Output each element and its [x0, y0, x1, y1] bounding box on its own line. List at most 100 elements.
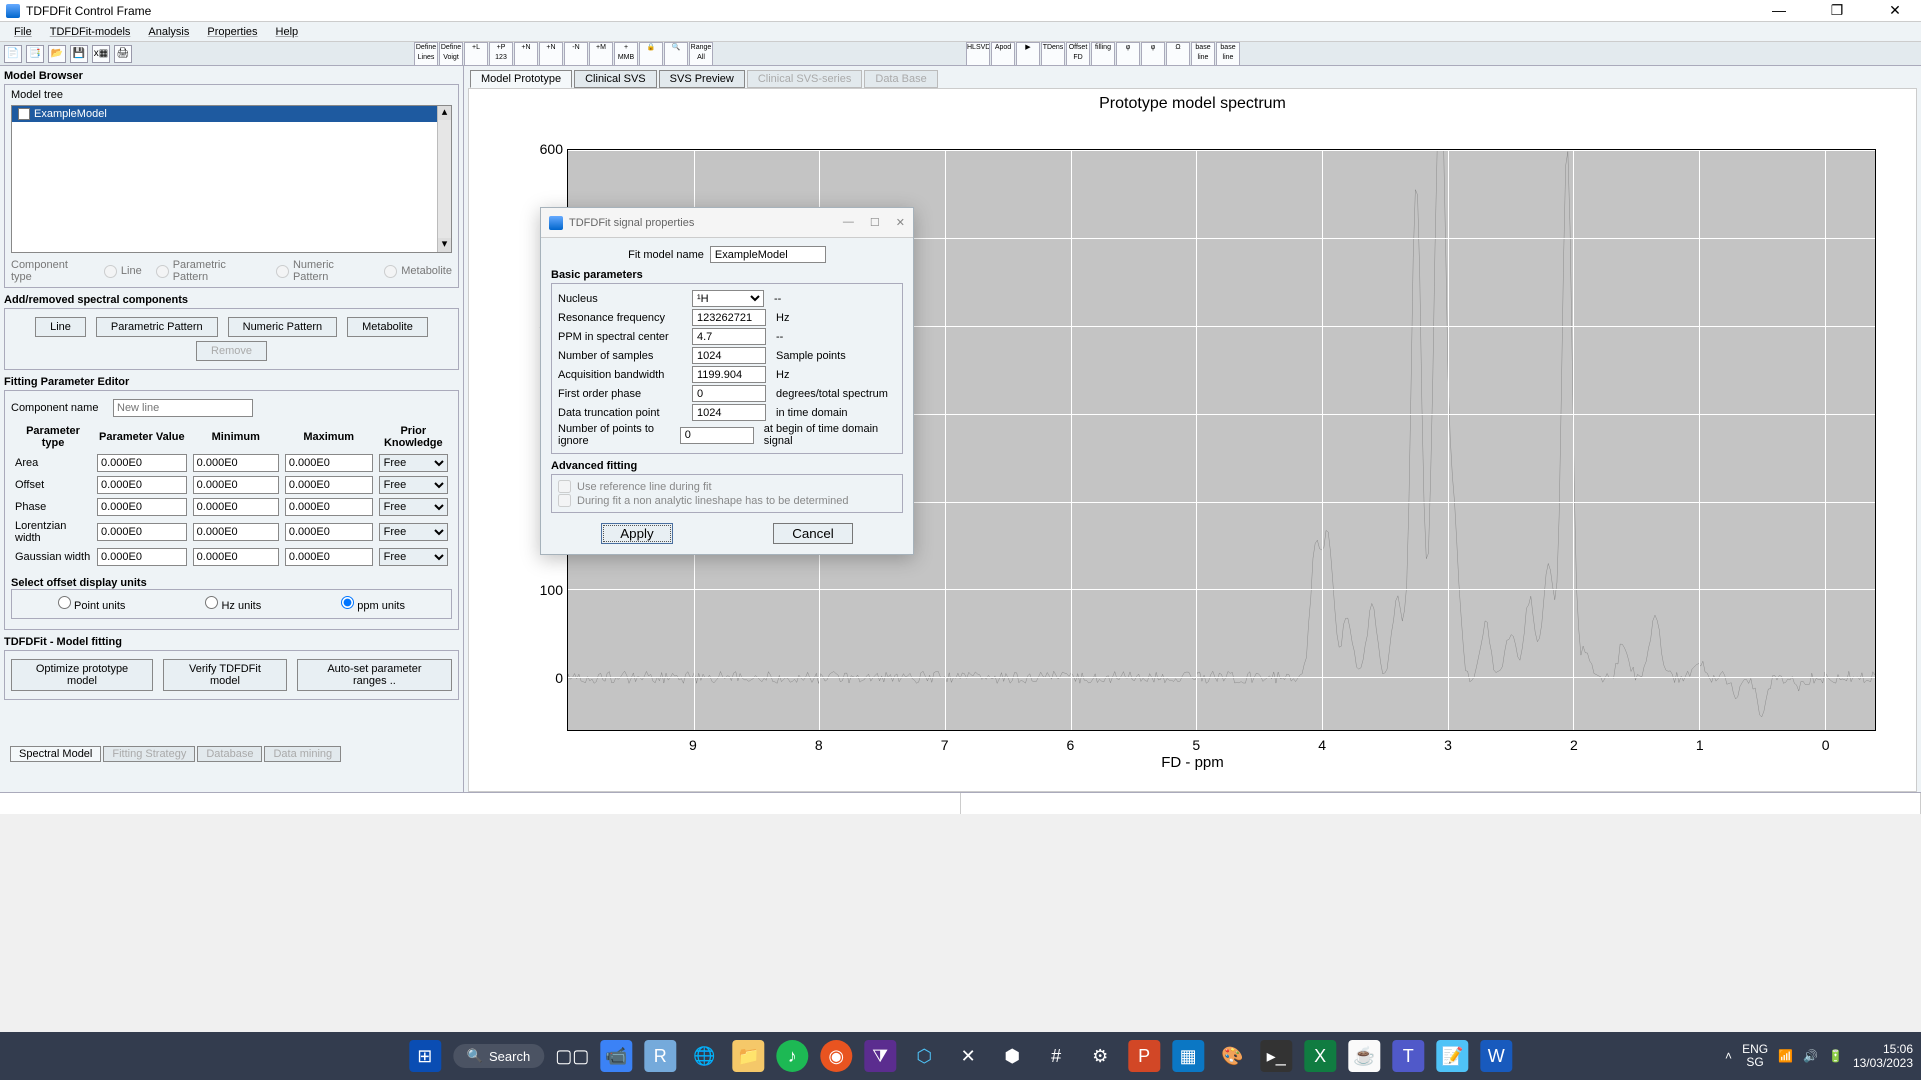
param-value-input[interactable]: [97, 498, 187, 516]
omega-icon[interactable]: Ω: [1166, 42, 1190, 66]
apply-button[interactable]: Apply: [601, 523, 672, 544]
tab-data-base[interactable]: Data Base: [864, 70, 937, 88]
close-button[interactable]: ✕: [1875, 2, 1915, 19]
java-app-icon[interactable]: ☕: [1348, 1040, 1380, 1072]
offset-point[interactable]: Point units: [58, 596, 125, 612]
terminal-icon[interactable]: ▸_: [1260, 1040, 1292, 1072]
powerpoint-icon[interactable]: P: [1128, 1040, 1160, 1072]
settings-icon[interactable]: ⚙: [1084, 1040, 1116, 1072]
apod-icon[interactable]: Apod: [991, 42, 1015, 66]
ubuntu-icon[interactable]: ◉: [820, 1040, 852, 1072]
param-min-input[interactable]: [193, 476, 279, 494]
minimize-button[interactable]: —: [1759, 2, 1799, 19]
dlg-input[interactable]: [692, 347, 766, 364]
notepad-icon[interactable]: 📝: [1436, 1040, 1468, 1072]
vscode-icon[interactable]: ⧩: [864, 1040, 896, 1072]
taskview-icon[interactable]: ▢▢: [556, 1040, 588, 1072]
flag-icon[interactable]: ▶: [1016, 42, 1040, 66]
define-voigt-icon[interactable]: DefineVoigt: [439, 42, 463, 66]
dlg-input[interactable]: [692, 385, 766, 402]
tab-database[interactable]: Database: [197, 746, 262, 762]
new-icon[interactable]: 📄: [4, 45, 22, 63]
ctype-metabolite[interactable]: Metabolite: [384, 265, 452, 278]
tray-chevron[interactable]: ˄: [1725, 1049, 1732, 1063]
dlg-input[interactable]: [692, 309, 766, 326]
ctype-line[interactable]: Line: [104, 265, 142, 278]
lock-icon[interactable]: 🔒: [639, 42, 663, 66]
param-prior-select[interactable]: Free: [379, 548, 448, 566]
excel-icon[interactable]: x▦: [92, 45, 110, 63]
add-line-button[interactable]: Line: [35, 317, 86, 337]
explorer-icon[interactable]: 📁: [732, 1040, 764, 1072]
add-numeric-button[interactable]: Numeric Pattern: [228, 317, 337, 337]
menu-help[interactable]: Help: [268, 24, 307, 40]
menu-file[interactable]: File: [6, 24, 40, 40]
search-icon[interactable]: 🔍: [664, 42, 688, 66]
plus-p-icon[interactable]: +P123: [489, 42, 513, 66]
define-lines-icon[interactable]: DefineLines: [414, 42, 438, 66]
dlg-input[interactable]: [692, 404, 766, 421]
add-parametric-button[interactable]: Parametric Pattern: [96, 317, 218, 337]
plus-n-icon[interactable]: +N: [514, 42, 538, 66]
dlg-input[interactable]: [680, 427, 754, 444]
maximize-button[interactable]: ❐: [1817, 2, 1857, 19]
minus-n-icon[interactable]: -N: [564, 42, 588, 66]
tray-lang2[interactable]: SG: [1746, 1055, 1763, 1069]
param-min-input[interactable]: [193, 548, 279, 566]
menu-tdfdmodels[interactable]: TDFDFit-models: [42, 24, 139, 40]
param-min-input[interactable]: [193, 498, 279, 516]
taskbar-search[interactable]: 🔍 Search: [453, 1044, 544, 1068]
model-tree[interactable]: ExampleModel ▴▾: [11, 105, 452, 253]
teams-icon[interactable]: T: [1392, 1040, 1424, 1072]
param-value-input[interactable]: [97, 476, 187, 494]
tree-scrollbar[interactable]: ▴▾: [437, 106, 451, 252]
cancel-button[interactable]: Cancel: [773, 523, 853, 544]
dlg-input[interactable]: [692, 328, 766, 345]
phi-icon[interactable]: φ: [1116, 42, 1140, 66]
param-max-input[interactable]: [285, 454, 373, 472]
tab-svs-preview[interactable]: SVS Preview: [659, 70, 745, 88]
hlsvd-icon[interactable]: HLSVD: [966, 42, 990, 66]
dialog-maximize[interactable]: ☐: [870, 216, 880, 229]
excel-icon[interactable]: X: [1304, 1040, 1336, 1072]
param-min-input[interactable]: [193, 523, 279, 541]
dialog-close[interactable]: ✕: [896, 216, 905, 229]
check-ref-line[interactable]: Use reference line during fit: [558, 480, 896, 493]
menu-properties[interactable]: Properties: [199, 24, 265, 40]
offset-fd-icon[interactable]: OffsetFD: [1066, 42, 1090, 66]
ctype-parametric[interactable]: Parametric Pattern: [156, 259, 262, 283]
param-max-input[interactable]: [285, 548, 373, 566]
save-icon[interactable]: 💾: [70, 45, 88, 63]
optimize-button[interactable]: Optimize prototype model: [11, 659, 153, 691]
dlg-input[interactable]: [692, 366, 766, 383]
offset-hz[interactable]: Hz units: [205, 596, 261, 612]
baseline-icon[interactable]: baseline: [1191, 42, 1215, 66]
unity-icon[interactable]: ⬢: [996, 1040, 1028, 1072]
offset-ppm[interactable]: ppm units: [341, 596, 405, 612]
tray-lang1[interactable]: ENG: [1742, 1042, 1768, 1056]
plus-l-icon[interactable]: +L: [464, 42, 488, 66]
tab-spectral-model[interactable]: Spectral Model: [10, 746, 101, 762]
menu-analysis[interactable]: Analysis: [140, 24, 197, 40]
filling-icon[interactable]: filling: [1091, 42, 1115, 66]
tree-item-examplemodel[interactable]: ExampleModel: [12, 106, 451, 122]
wifi-icon[interactable]: 📶: [1778, 1049, 1793, 1063]
verify-button[interactable]: Verify TDFDFit model: [163, 659, 287, 691]
param-value-input[interactable]: [97, 523, 187, 541]
tab-clinical-svs-series[interactable]: Clinical SVS-series: [747, 70, 863, 88]
add-metabolite-button[interactable]: Metabolite: [347, 317, 428, 337]
param-prior-select[interactable]: Free: [379, 498, 448, 516]
volume-icon[interactable]: 🔊: [1803, 1049, 1818, 1063]
param-prior-select[interactable]: Free: [379, 523, 448, 541]
baseline2-icon[interactable]: baseline: [1216, 42, 1240, 66]
print-icon[interactable]: 🖨: [114, 45, 132, 63]
chrome-icon[interactable]: 🌐: [688, 1040, 720, 1072]
plus-mmb-icon[interactable]: +MMB: [614, 42, 638, 66]
param-max-input[interactable]: [285, 498, 373, 516]
plus-n2-icon[interactable]: +N: [539, 42, 563, 66]
range-icon[interactable]: RangeAll: [689, 42, 713, 66]
rstudio-icon[interactable]: R: [644, 1040, 676, 1072]
component-name-input[interactable]: [113, 399, 253, 417]
tab-clinical-svs[interactable]: Clinical SVS: [574, 70, 657, 88]
paint-icon[interactable]: 🎨: [1216, 1040, 1248, 1072]
